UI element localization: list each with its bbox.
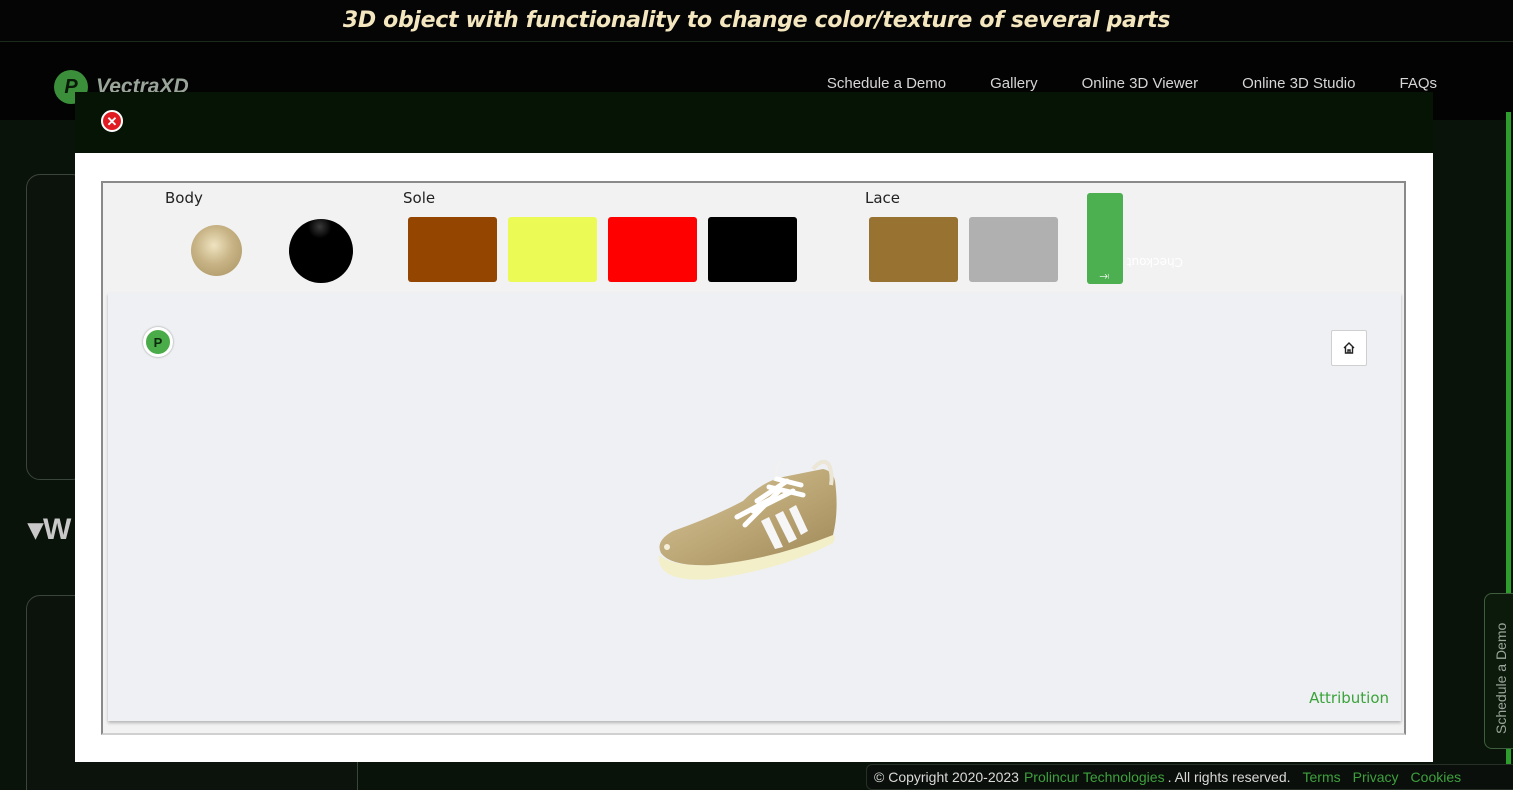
footer-privacy-link[interactable]: Privacy [1353,769,1399,785]
sole-swatch-black[interactable] [708,217,797,282]
nav-online-3d-viewer[interactable]: Online 3D Viewer [1082,75,1198,92]
footer-terms-link[interactable]: Terms [1303,769,1341,785]
body-label: Body [165,189,203,207]
sole-swatch-brown[interactable] [408,217,497,282]
configurator-modal: ✕ Body Sole Lace ⤓ Checkout P Attributio… [75,92,1433,762]
home-icon [1343,342,1355,354]
caption-banner: 3D object with functionality to change c… [0,0,1513,42]
lace-swatch-gold[interactable] [869,217,958,282]
caption-text: 3D object with functionality to change c… [342,8,1171,33]
checkout-button[interactable]: ⤓ Checkout [1087,193,1183,284]
shoe-3d-model [659,459,837,580]
lace-label: Lace [865,189,901,207]
sole-picker: Sole [403,183,823,293]
nav-online-3d-studio[interactable]: Online 3D Studio [1242,75,1355,92]
sole-swatch-red[interactable] [608,217,697,282]
page-footer: © Copyright 2020-2023 Prolincur Technolo… [866,764,1513,790]
footer-cookies-link[interactable]: Cookies [1411,769,1462,785]
background-heading-toggle: ▾W [28,513,72,546]
viewer-logo-icon[interactable]: P [143,327,173,357]
nav-gallery[interactable]: Gallery [990,75,1038,92]
footer-copyright: © Copyright 2020-2023 [874,769,1019,785]
home-view-button[interactable] [1331,330,1367,366]
main-nav: Schedule a Demo Gallery Online 3D Viewer… [827,75,1437,92]
footer-rights: . All rights reserved. [1167,769,1291,785]
checkout-label: ⤓ Checkout [1097,255,1183,279]
lace-swatch-grey[interactable] [969,217,1058,282]
modal-header: ✕ [75,92,1433,153]
sole-swatch-yellow[interactable] [508,217,597,282]
lace-picker: Lace [863,183,1073,293]
close-icon: ✕ [106,113,118,129]
body-picker: Body [159,183,379,293]
nav-faqs[interactable]: FAQs [1399,75,1437,92]
body-swatch-black[interactable] [289,219,353,283]
close-modal-button[interactable]: ✕ [101,110,123,132]
footer-company-link[interactable]: Prolincur Technologies [1024,769,1165,785]
3d-viewer-canvas[interactable]: P Attribution [108,293,1401,721]
attribution-link[interactable]: Attribution [1309,689,1389,707]
configurator-panel: Body Sole Lace ⤓ Checkout P Attribution [101,181,1406,735]
schedule-demo-side-tab[interactable]: Schedule a Demo [1484,593,1513,749]
side-tab-label: Schedule a Demo [1493,622,1509,734]
body-swatch-tan[interactable] [191,225,242,276]
sole-label: Sole [403,189,436,207]
nav-schedule-demo[interactable]: Schedule a Demo [827,75,946,92]
